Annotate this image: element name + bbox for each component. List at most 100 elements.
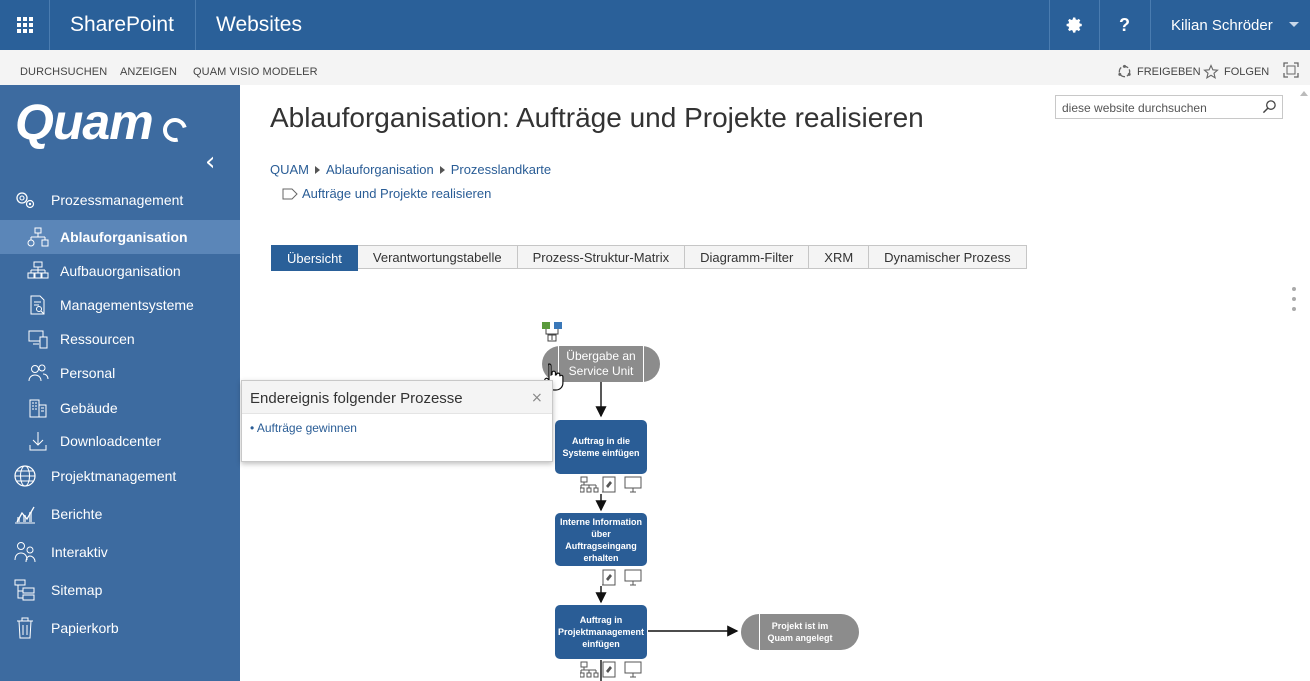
- nav-label: Personal: [60, 365, 116, 381]
- popup-list-item[interactable]: • Aufträge gewinnen: [250, 421, 357, 435]
- process-step[interactable]: Interne Information über Auftragseingang…: [555, 513, 647, 566]
- current-process: Aufträge und Projekte realisieren: [282, 186, 491, 201]
- chart-icon: [13, 502, 37, 526]
- tab-dynamischer-prozess[interactable]: Dynamischer Prozess: [869, 245, 1027, 269]
- current-process-label[interactable]: Aufträge und Projekte realisieren: [302, 186, 491, 201]
- breadcrumb: QUAM Ablauforganisation Prozesslandkarte: [270, 162, 551, 177]
- nav-item-gebaeude[interactable]: Gebäude: [0, 391, 240, 425]
- nav-item-projektmanagement[interactable]: Projektmanagement: [0, 459, 240, 493]
- help-button[interactable]: ?: [1099, 0, 1149, 50]
- tab-anzeigen[interactable]: ANZEIGEN: [120, 66, 177, 78]
- nav-item-downloadcenter[interactable]: Downloadcenter: [0, 424, 240, 458]
- nav-label: Papierkorb: [51, 620, 119, 636]
- focus-content-button[interactable]: [1283, 62, 1299, 78]
- building-icon: [26, 396, 50, 420]
- tab-prozess-struktur-matrix[interactable]: Prozess-Struktur-Matrix: [517, 245, 686, 269]
- close-icon[interactable]: ×: [531, 390, 543, 406]
- app-launcher-button[interactable]: [0, 0, 50, 50]
- help-icon: ?: [1119, 14, 1130, 35]
- nav-label: Ressourcen: [60, 331, 135, 347]
- nav-label: Prozessmanagement: [51, 192, 184, 208]
- search-icon[interactable]: [1262, 99, 1277, 119]
- download-icon: [26, 429, 50, 453]
- nav-item-ressourcen[interactable]: Ressourcen: [0, 322, 240, 356]
- search-placeholder: diese website durchsuchen: [1062, 101, 1207, 115]
- share-button[interactable]: FREIGEBEN: [1117, 64, 1201, 79]
- brand-link[interactable]: SharePoint: [70, 13, 174, 37]
- nav-label: Interaktiv: [51, 544, 108, 560]
- breadcrumb-quam[interactable]: QUAM: [270, 162, 309, 177]
- tab-verantwortungstabelle[interactable]: Verantwortungstabelle: [357, 245, 518, 269]
- nav-item-ablauforganisation[interactable]: Ablauforganisation: [0, 220, 240, 254]
- step-resource-icons: [580, 661, 642, 678]
- gears-icon: [13, 188, 37, 212]
- end-event-popup: Endereignis folgender Prozesse × • Auftr…: [241, 380, 553, 462]
- share-label: FREIGEBEN: [1137, 65, 1201, 78]
- nav-label: Aufbauorganisation: [60, 263, 181, 279]
- sitemap-icon: [13, 578, 37, 602]
- nav-item-sitemap[interactable]: Sitemap: [0, 573, 240, 607]
- tab-durchsuchen[interactable]: DURCHSUCHEN: [20, 66, 107, 78]
- gear-icon: [1066, 17, 1082, 33]
- nav-item-managementsysteme[interactable]: Managementsysteme: [0, 288, 240, 322]
- flow-icon: [26, 225, 50, 249]
- nav-label: Gebäude: [60, 400, 118, 416]
- chevron-left-icon: ‹: [205, 147, 216, 177]
- process-shape-icon: [282, 188, 298, 199]
- scroll-up-icon[interactable]: [1300, 91, 1308, 96]
- nav-item-papierkorb[interactable]: Papierkorb: [0, 611, 240, 645]
- view-tabs: Übersicht Verantwortungstabelle Prozess-…: [271, 245, 1027, 271]
- left-navigation: Quam ‹ Prozessmanagement Ablauforganisat…: [0, 85, 240, 681]
- waffle-icon: [16, 17, 33, 33]
- breadcrumb-arrow-icon: [315, 165, 320, 174]
- process-step[interactable]: Auftrag in die Systeme einfügen: [555, 420, 647, 474]
- breadcrumb-arrow-icon: [439, 165, 445, 174]
- document-search-icon: [26, 293, 50, 317]
- site-title-link[interactable]: Websites: [216, 13, 302, 37]
- drag-handle-icon[interactable]: [1292, 287, 1296, 311]
- people-icon: [26, 361, 50, 385]
- popup-link[interactable]: Aufträge gewinnen: [257, 421, 357, 435]
- nav-item-interaktiv[interactable]: Interaktiv: [0, 535, 240, 569]
- fullscreen-icon: [1283, 62, 1299, 78]
- nav-item-prozessmanagement[interactable]: Prozessmanagement: [0, 183, 240, 217]
- tab-xrm[interactable]: XRM: [809, 245, 870, 269]
- collapse-nav-button[interactable]: ‹: [205, 147, 215, 177]
- follow-button[interactable]: FOLGEN: [1203, 64, 1269, 80]
- chevron-down-icon: [1289, 22, 1299, 27]
- user-name: Kilian Schröder: [1171, 17, 1273, 34]
- user-menu[interactable]: Kilian Schröder: [1150, 0, 1310, 50]
- quam-logo[interactable]: Quam: [15, 93, 154, 151]
- follow-label: FOLGEN: [1224, 66, 1270, 78]
- tab-diagramm-filter[interactable]: Diagramm-Filter: [685, 245, 810, 269]
- suite-bar: SharePoint Websites ? Kilian Schröder: [0, 0, 1310, 50]
- nav-label: Ablauforganisation: [60, 229, 188, 245]
- org-chart-icon: [26, 259, 50, 283]
- trash-icon: [13, 616, 37, 640]
- page-title: Ablauforganisation: Aufträge und Projekt…: [270, 102, 924, 133]
- search-box[interactable]: diese website durchsuchen: [1055, 95, 1283, 119]
- nav-label: Projektmanagement: [51, 468, 177, 484]
- vertical-scrollbar[interactable]: [1297, 85, 1310, 681]
- breadcrumb-prozesslandkarte[interactable]: Prozesslandkarte: [451, 162, 551, 177]
- share-icon: [1118, 64, 1131, 78]
- process-step[interactable]: Auftrag in Projektmanagement einfügen: [555, 605, 647, 659]
- end-event[interactable]: Projekt ist im Quam angelegt: [741, 614, 859, 650]
- ribbon: DURCHSUCHEN ANZEIGEN QUAM VISIO MODELER …: [0, 50, 1310, 85]
- logo-mark: [158, 113, 192, 147]
- devices-icon: [26, 327, 50, 351]
- star-icon: [1203, 64, 1219, 79]
- tab-uebersicht[interactable]: Übersicht: [271, 245, 358, 271]
- tab-quam-visio-modeler[interactable]: QUAM VISIO MODELER: [193, 66, 318, 78]
- breadcrumb-ablauforganisation[interactable]: Ablauforganisation: [326, 162, 434, 177]
- step-resource-icons: [602, 569, 642, 586]
- globe-icon: [13, 464, 37, 488]
- process-link-icon[interactable]: [542, 322, 564, 342]
- nav-item-aufbauorganisation[interactable]: Aufbauorganisation: [0, 254, 240, 288]
- process-diagram: Übergabe an Service Unit Auftrag in die …: [240, 280, 1290, 681]
- nav-item-berichte[interactable]: Berichte: [0, 497, 240, 531]
- start-event-label: Übergabe an Service Unit: [566, 349, 636, 378]
- nav-item-personal[interactable]: Personal: [0, 356, 240, 390]
- settings-button[interactable]: [1049, 0, 1099, 50]
- users-icon: [13, 540, 37, 564]
